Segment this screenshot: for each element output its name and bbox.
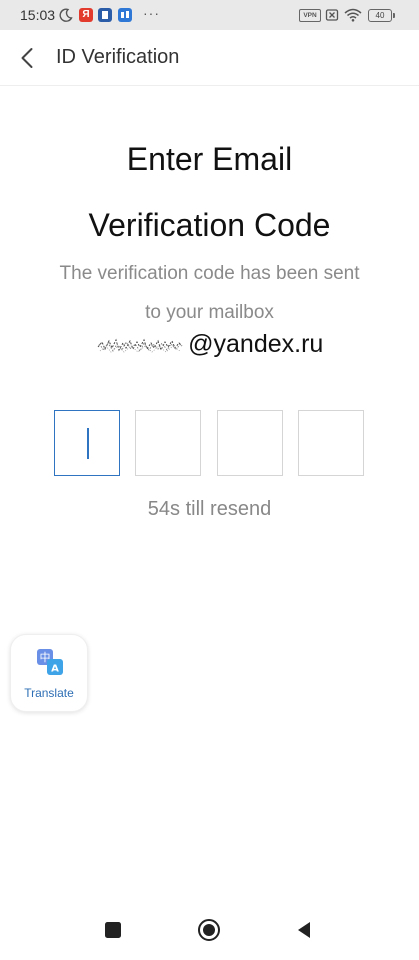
moon-icon (59, 8, 73, 22)
back-button[interactable] (14, 44, 42, 72)
heading-line-2: Verification Code (88, 207, 331, 243)
page-title: ID Verification (56, 46, 180, 68)
translate-label: Translate (24, 686, 74, 700)
text-cursor (87, 428, 89, 459)
code-digit-3[interactable] (217, 410, 283, 476)
app-icon (98, 8, 112, 22)
circle-home-icon[interactable] (197, 918, 221, 942)
no-sim-icon (325, 9, 339, 21)
chevron-left-icon (21, 48, 33, 68)
code-digit-2[interactable] (135, 410, 201, 476)
subtitle: The verification code has been sent to y… (0, 254, 419, 332)
top-app-bar: ID Verification (0, 30, 419, 86)
email-domain: @yandex.ru (188, 330, 324, 358)
battery-icon: 40 (368, 9, 395, 22)
app-icon (118, 8, 132, 22)
translate-button[interactable]: 中 A Translate (10, 634, 88, 712)
vpn-icon: VPN (299, 9, 321, 22)
square-icon[interactable] (101, 918, 125, 942)
system-nav-bar (0, 900, 419, 960)
yandex-app-icon: Я (79, 8, 93, 22)
code-digit-4[interactable] (298, 410, 364, 476)
heading-line-1: Enter Email (126, 141, 293, 177)
status-time: 15:03 (20, 7, 56, 23)
more-notifications-icon: ··· (143, 5, 160, 21)
redacted-scribble (97, 338, 183, 353)
heading: Enter Email Verification Code (0, 126, 419, 258)
resend-countdown: 54s till resend (147, 498, 272, 520)
svg-text:A: A (51, 664, 59, 675)
subtitle-line-2: to your mailbox (145, 302, 274, 323)
code-digit-1[interactable] (54, 410, 120, 476)
translate-icon: 中 A (37, 649, 63, 675)
subtitle-line-1: The verification code has been sent (59, 263, 360, 284)
wifi-icon (344, 8, 362, 22)
masked-email: @yandex.ru (0, 330, 419, 366)
status-bar: 15:03 Я ··· VPN 40 (0, 0, 419, 30)
triangle-back-icon[interactable] (292, 918, 316, 942)
